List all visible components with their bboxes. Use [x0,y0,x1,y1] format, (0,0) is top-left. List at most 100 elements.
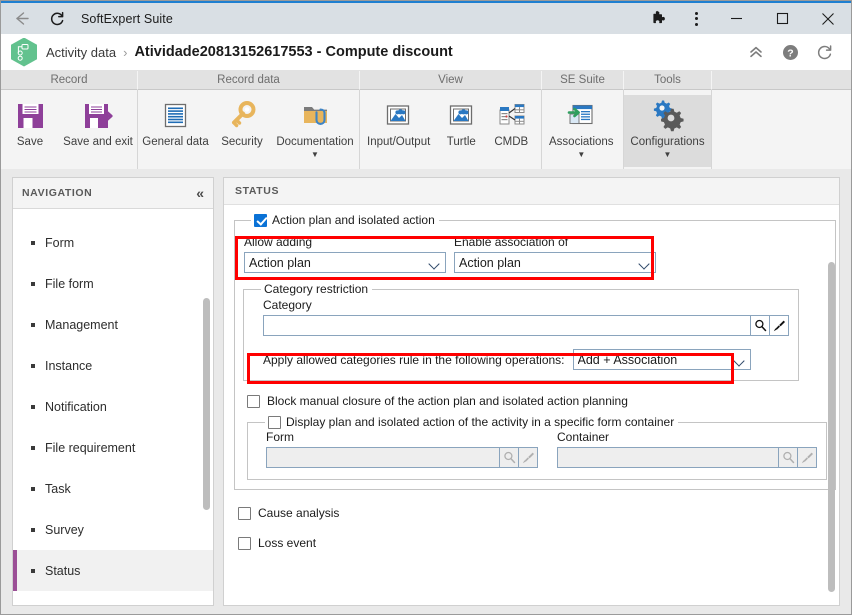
sidebar-item-status[interactable]: Status [13,550,213,591]
save-and-exit-icon [82,97,115,133]
refresh-icon[interactable] [809,37,839,67]
chevron-double-left-icon[interactable]: « [196,186,204,200]
sidebar-item-survey[interactable]: Survey [13,509,213,550]
loss-event-label: Loss event [258,536,317,550]
sidebar-scrollbar-thumb[interactable] [203,298,210,510]
container-input[interactable] [557,447,779,468]
category-restriction-legend: Category restriction [261,282,372,296]
close-button[interactable] [805,3,851,35]
sidebar-item-form[interactable]: Form [13,222,213,263]
associations-button[interactable]: Associations ▼ [542,95,621,159]
maximize-button[interactable] [759,3,805,35]
ribbon-tab-view[interactable]: View [360,71,542,90]
ribbon-tab-strip: Record Record data View SE Suite Tools [1,71,851,90]
sidebar-item-notification[interactable]: Notification [13,386,213,427]
save-and-exit-label: Save and exit [63,136,133,148]
save-button[interactable]: Save [1,95,59,148]
category-field: Category Apply allowed categories rule i… [263,298,789,370]
associations-label: Associations [549,136,614,148]
ribbon-toolbar: Record Record data View SE Suite Tools S… [1,71,851,169]
cause-analysis-checkbox[interactable] [238,506,251,520]
turtle-button[interactable]: Turtle [437,95,485,148]
breadcrumb-root[interactable]: Activity data [46,45,116,60]
chevron-double-up-icon[interactable] [741,37,771,67]
sidebar-item-file-requirement[interactable]: File requirement [13,427,213,468]
help-icon[interactable]: ? [775,37,805,67]
browser-titlebar: SoftExpert Suite [1,1,851,34]
content-header: STATUS [224,178,839,205]
sidebar-item-instance[interactable]: Instance [13,345,213,386]
bullet-icon [31,281,35,286]
documentation-button[interactable]: Documentation ▼ [271,95,359,159]
input-output-label: Input/Output [367,136,431,148]
breadcrumb-separator: › [123,44,128,60]
sidebar-item-label: Form [45,235,75,250]
brush-clear-icon[interactable] [770,315,789,336]
enable-association-field: Enable association of Action plan [454,235,656,273]
chevron-down-icon[interactable]: ▼ [311,151,319,159]
brush-clear-icon[interactable] [519,447,538,468]
block-closure-checkbox[interactable] [247,394,260,408]
bullet-icon [31,322,35,327]
minimize-button[interactable] [713,3,759,35]
browser-window: SoftExpert Suite Activity data › Ativida… [0,0,852,615]
sidebar-item-file-form[interactable]: File form [13,263,213,304]
ribbon-tab-tools[interactable]: Tools [624,71,712,90]
sidebar-item-label: Instance [45,358,93,373]
magnifier-search-icon[interactable] [751,315,770,336]
action-plan-checkbox[interactable] [254,213,267,227]
container-input-row [557,447,817,468]
category-label: Category [263,298,312,312]
back-arrow-icon[interactable] [1,3,41,35]
chevron-down-icon[interactable]: ▼ [664,151,672,159]
ribbon-tab-se-suite[interactable]: SE Suite [542,71,624,90]
ribbon-tab-record[interactable]: Record [1,71,138,90]
dropdown-row: Allow adding Action plan Enable associat… [244,235,827,273]
block-closure-label: Block manual closure of the action plan … [267,394,628,408]
magnifier-search-icon[interactable] [779,447,798,468]
reload-icon[interactable] [41,3,73,35]
browser-tab-title: SoftExpert Suite [81,11,173,26]
ribbon-tab-record-data[interactable]: Record data [138,71,360,90]
puzzle-piece-icon[interactable] [639,3,679,35]
cmdb-label: CMDB [494,136,529,148]
content-scrollbar-thumb[interactable] [828,262,835,592]
display-container-legend: Display plan and isolated action of the … [265,415,678,429]
allow-adding-field: Allow adding Action plan [244,235,446,273]
ribbon-group-view: Input/Output Turtle CMDB [360,90,542,169]
apply-rule-label: Apply allowed categories rule in the fol… [263,352,565,367]
allow-adding-select[interactable]: Action plan [244,252,446,273]
display-container-checkbox[interactable] [268,415,281,429]
ribbon-tab-filler [712,71,851,90]
sidebar-item-label: Task [45,481,71,496]
enable-association-select[interactable]: Action plan [454,252,656,273]
loss-event-checkbox[interactable] [238,536,251,550]
chevron-down-icon[interactable]: ▼ [577,151,585,159]
save-label: Save [16,136,44,148]
apply-rule-select[interactable]: Add + Association [572,349,751,370]
sidebar-item-label: Management [45,317,118,332]
sidebar-item-management[interactable]: Management [13,304,213,345]
category-input[interactable] [263,315,751,336]
form-input[interactable] [266,447,500,468]
configurations-button[interactable]: Configurations ▼ [624,95,711,167]
documentation-label: Documentation [276,136,354,148]
loss-event-row[interactable]: Loss event [238,536,829,550]
form-label: Form [266,430,294,444]
cmdb-icon [496,97,527,133]
bullet-icon [31,404,35,409]
save-and-exit-button[interactable]: Save and exit [59,95,137,148]
input-output-button[interactable]: Input/Output [360,95,437,148]
magnifier-search-icon[interactable] [500,447,519,468]
kebab-menu-icon[interactable] [679,3,713,35]
content-title: STATUS [235,185,280,197]
cause-analysis-row[interactable]: Cause analysis [238,506,829,520]
cmdb-button[interactable]: CMDB [485,95,537,148]
brush-clear-icon[interactable] [798,447,817,468]
security-button[interactable]: Security [213,95,271,148]
navigation-list: Form File form Management Instance Notif… [13,209,213,591]
ribbon-group-se-suite: Associations ▼ [542,90,624,169]
general-data-button[interactable]: General data [138,95,213,148]
sidebar-item-task[interactable]: Task [13,468,213,509]
block-closure-row[interactable]: Block manual closure of the action plan … [247,394,827,408]
